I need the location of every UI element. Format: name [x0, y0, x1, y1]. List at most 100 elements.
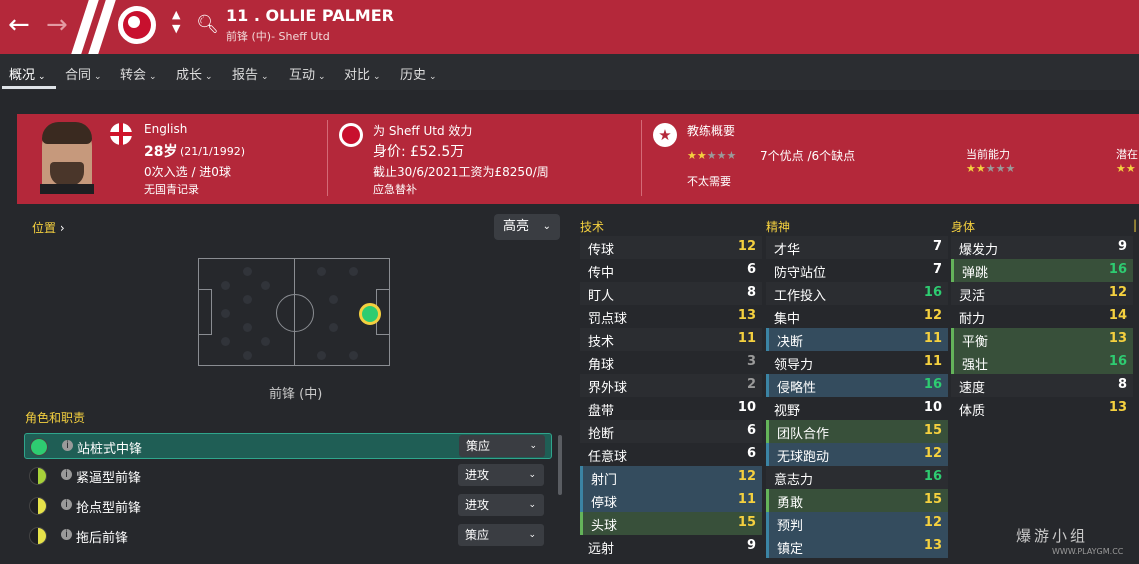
attribute-row[interactable]: 耐力 14 — [951, 305, 1133, 328]
coach-note: 不太需要 — [687, 175, 731, 188]
attribute-row[interactable]: 才华 7 — [766, 236, 948, 259]
attribute-row[interactable]: 射门 12 — [580, 466, 762, 489]
attribute-row[interactable]: 盯人 8 — [580, 282, 762, 305]
attribute-row[interactable]: 技术 11 — [580, 328, 762, 351]
attribute-row[interactable]: 强壮 16 — [951, 351, 1133, 374]
info-icon[interactable]: i — [62, 440, 73, 451]
player-position-marker — [359, 303, 381, 325]
attribute-row[interactable]: 意志力 16 — [766, 466, 948, 489]
attribute-row[interactable]: 勇敢 15 — [766, 489, 948, 512]
arrow-left-icon[interactable]: ← — [8, 10, 30, 40]
attribute-name: 意志力 — [774, 473, 814, 488]
tab-interaction[interactable]: 互动 ⌄ — [289, 64, 326, 83]
attribute-row[interactable]: 停球 11 — [580, 489, 762, 512]
tab-transfer[interactable]: 转会 ⌄ — [120, 64, 157, 83]
roles-scrollbar[interactable] — [558, 435, 562, 495]
role-row[interactable]: i 抢点型前锋 进攻 ⌄ — [24, 493, 552, 519]
info-icon[interactable]: i — [61, 529, 72, 540]
info-icon[interactable]: i — [61, 469, 72, 480]
attribute-name: 盘带 — [588, 404, 615, 419]
attribute-row[interactable]: 防守站位 7 — [766, 259, 948, 282]
player-avatar — [40, 122, 94, 194]
attribute-row[interactable]: 视野 10 — [766, 397, 948, 420]
attribute-row[interactable]: 罚点球 13 — [580, 305, 762, 328]
tab-contract[interactable]: 合同 ⌄ — [65, 64, 102, 83]
attribute-name: 弹跳 — [962, 266, 989, 281]
attribute-name: 界外球 — [588, 381, 628, 396]
tab-development[interactable]: 成长 ⌄ — [176, 64, 213, 83]
attribute-name: 预判 — [777, 519, 804, 534]
attribute-row[interactable]: 侵略性 16 — [766, 374, 948, 397]
player-age: 28岁 — [144, 144, 178, 160]
attribute-value: 16 — [923, 377, 942, 392]
attribute-value: 13 — [923, 538, 942, 553]
position-pitch[interactable] — [198, 258, 390, 366]
attribute-row[interactable]: 团队合作 15 — [766, 420, 948, 443]
role-row[interactable]: i 拖后前锋 策应 ⌄ — [24, 523, 552, 549]
attribute-row[interactable]: 体质 13 — [951, 397, 1133, 420]
attribute-value: 16 — [923, 285, 942, 300]
prev-next-player-toggle[interactable]: ▲ ▼ — [172, 8, 180, 36]
attribute-row[interactable]: 弹跳 16 — [951, 259, 1133, 282]
squad-status: 应急替补 — [373, 183, 417, 196]
attribute-row[interactable]: 灵活 12 — [951, 282, 1133, 305]
position-link[interactable]: 位置 › — [32, 219, 65, 236]
info-icon[interactable]: i — [61, 499, 72, 510]
attribute-name: 罚点球 — [588, 312, 628, 327]
coach-report-title[interactable]: 教练概要 — [687, 122, 735, 139]
attribute-value: 10 — [737, 400, 756, 415]
tab-history[interactable]: 历史 ⌄ — [400, 64, 437, 83]
attribute-name: 远射 — [588, 542, 615, 557]
attribute-value: 16 — [1108, 262, 1127, 277]
attribute-name: 侵略性 — [777, 381, 817, 396]
attribute-row[interactable]: 头球 15 — [580, 512, 762, 535]
attribute-row[interactable]: 平衡 13 — [951, 328, 1133, 351]
tab-compare[interactable]: 对比 ⌄ — [344, 64, 381, 83]
arrow-right-icon[interactable]: → — [46, 10, 68, 40]
tab-reports[interactable]: 报告 ⌄ — [232, 64, 269, 83]
role-row[interactable]: i 站桩式中锋 策应 ⌄ — [24, 433, 552, 459]
player-position-club[interactable]: 前锋 (中)- Sheff Utd — [226, 28, 330, 44]
attribute-row[interactable]: 集中 12 — [766, 305, 948, 328]
attribute-row[interactable]: 界外球 2 — [580, 374, 762, 397]
attribute-row[interactable]: 传球 12 — [580, 236, 762, 259]
attribute-value: 12 — [1108, 285, 1127, 300]
attribute-name: 视野 — [774, 404, 801, 419]
tab-overview[interactable]: 概况 ⌄ — [9, 64, 46, 83]
attribute-row[interactable]: 盘带 10 — [580, 397, 762, 420]
attribute-row[interactable]: 工作投入 16 — [766, 282, 948, 305]
attribute-row[interactable]: 决断 11 — [766, 328, 948, 351]
potential-ability-label: 潜在 — [1116, 148, 1138, 161]
attribute-row[interactable]: 无球跑动 12 — [766, 443, 948, 466]
attribute-name: 传中 — [588, 266, 615, 281]
attribute-row[interactable]: 抢断 6 — [580, 420, 762, 443]
attribute-value: 11 — [737, 331, 756, 346]
attribute-row[interactable]: 任意球 6 — [580, 443, 762, 466]
attribute-row[interactable]: 领导力 11 — [766, 351, 948, 374]
attribute-value: 12 — [737, 239, 756, 254]
duty-select[interactable]: 进攻 ⌄ — [458, 494, 544, 516]
role-row[interactable]: i 紧逼型前锋 进攻 ⌄ — [24, 463, 552, 489]
attribute-row[interactable]: 远射 9 — [580, 535, 762, 558]
coach-rating-stars: ★★★★★ — [687, 149, 737, 162]
duty-select[interactable]: 策应 ⌄ — [458, 524, 544, 546]
nationality[interactable]: English — [144, 122, 187, 136]
attribute-row[interactable]: 传中 6 — [580, 259, 762, 282]
attribute-name: 集中 — [774, 312, 801, 327]
player-dob: (21/1/1992) — [180, 145, 245, 158]
role-suitability-icon — [29, 527, 47, 545]
search-icon[interactable]: 🔍︎ — [196, 14, 219, 35]
role-name: 拖后前锋 — [76, 531, 129, 546]
attribute-value: 12 — [923, 308, 942, 323]
club-line[interactable]: 为 Sheff Utd 效力 — [373, 122, 472, 139]
attribute-row[interactable]: 镇定 13 — [766, 535, 948, 558]
attribute-value: 9 — [746, 538, 756, 553]
attribute-row[interactable]: 预判 12 — [766, 512, 948, 535]
attribute-name: 勇敢 — [777, 496, 804, 511]
duty-select[interactable]: 进攻 ⌄ — [458, 464, 544, 486]
attribute-row[interactable]: 角球 3 — [580, 351, 762, 374]
duty-select[interactable]: 策应 ⌄ — [459, 435, 545, 457]
highlight-dropdown[interactable]: 高亮 ⌄ — [494, 214, 560, 240]
attribute-row[interactable]: 速度 8 — [951, 374, 1133, 397]
attribute-row[interactable]: 爆发力 9 — [951, 236, 1133, 259]
